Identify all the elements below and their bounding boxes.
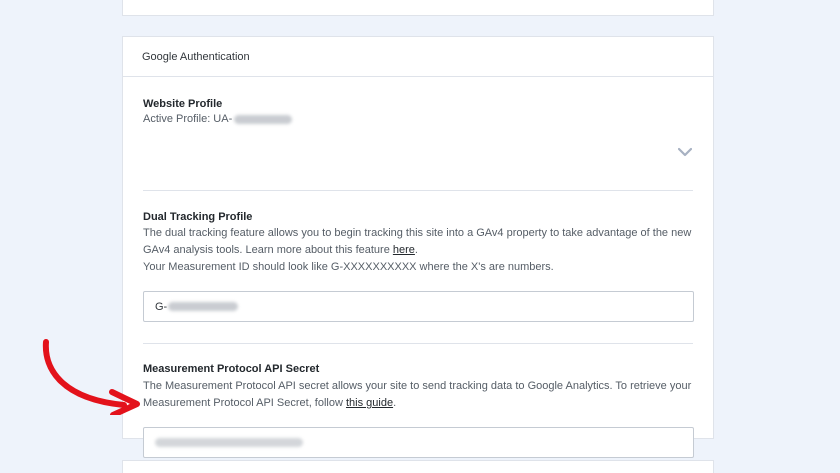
active-profile-text: Active Profile: UA- (143, 111, 643, 128)
api-secret-input[interactable] (143, 427, 694, 458)
previous-settings-card (122, 0, 714, 16)
redacted-api-secret (155, 438, 303, 447)
redacted-profile-id (234, 114, 293, 124)
api-secret-description: The Measurement Protocol API secret allo… (143, 378, 699, 412)
dual-tracking-description: The dual tracking feature allows you to … (143, 225, 699, 259)
chevron-down-icon[interactable] (678, 147, 692, 157)
learn-more-link[interactable]: here (393, 244, 415, 256)
card-title: Google Authentication (142, 51, 250, 63)
next-settings-card (122, 460, 714, 473)
measurement-id-input[interactable]: G- (143, 291, 694, 322)
dual-tracking-title: Dual Tracking Profile (143, 211, 253, 223)
api-secret-description-text: The Measurement Protocol API secret allo… (143, 380, 692, 409)
website-profile-section[interactable]: Website Profile Active Profile: UA- (143, 98, 643, 128)
redacted-measurement-id (168, 302, 239, 311)
measurement-id-prefix: G- (155, 300, 168, 313)
measurement-id-hint: Your Measurement ID should look like G-X… (143, 261, 554, 273)
website-profile-title: Website Profile (143, 98, 223, 110)
this-guide-link[interactable]: this guide (346, 397, 393, 409)
description-period: . (414, 244, 418, 256)
card-header: Google Authentication (123, 37, 713, 77)
red-curved-arrow-icon (42, 339, 140, 415)
api-secret-title: Measurement Protocol API Secret (143, 363, 320, 375)
description-period: . (393, 397, 397, 409)
section-divider (143, 190, 693, 191)
dual-tracking-section: Dual Tracking Profile The dual tracking … (143, 211, 699, 276)
section-divider (143, 343, 693, 344)
google-authentication-card: Google Authentication Website Profile Ac… (122, 36, 714, 458)
api-secret-section: Measurement Protocol API Secret The Meas… (143, 363, 699, 412)
active-profile-label: Active Profile: UA- (143, 113, 233, 125)
